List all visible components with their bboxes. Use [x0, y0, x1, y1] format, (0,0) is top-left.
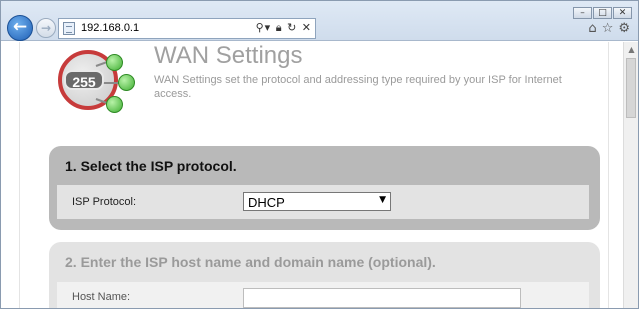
logo-node — [118, 74, 135, 91]
lock-icon[interactable]: 🔒︎ — [276, 21, 283, 35]
host-name-row: Host Name: — [57, 282, 589, 308]
settings-gear-icon[interactable]: ⚙ — [618, 21, 630, 36]
page-title: WAN Settings — [154, 42, 303, 69]
isp-protocol-select[interactable]: DHCP ▼ — [243, 192, 391, 211]
favorites-star-icon[interactable]: ☆ — [602, 21, 614, 36]
logo-node — [106, 96, 123, 113]
dropdown-arrow-icon[interactable]: ▾ — [265, 21, 272, 34]
maximize-button[interactable]: □ — [593, 7, 612, 19]
logo-node — [106, 54, 123, 71]
isp-protocol-label: ISP Protocol: — [72, 196, 136, 208]
browser-window: ← → 192.168.0.1 ⚲▾ 🔒︎ ↻ ✕ – □ ✕ ⌂ ☆ ⚙ 25… — [0, 0, 639, 309]
address-bar-icons: ⚲▾ 🔒︎ ↻ ✕ — [256, 21, 312, 35]
isp-protocol-value: DHCP — [248, 195, 285, 210]
page-content: 255 WAN Settings WAN Settings set the pr… — [19, 42, 609, 308]
search-icon[interactable]: ⚲ — [256, 21, 265, 34]
isp-protocol-row: ISP Protocol: DHCP ▼ — [57, 185, 589, 219]
window-controls: – □ ✕ — [572, 2, 632, 20]
minimize-button[interactable]: – — [573, 7, 592, 19]
address-bar[interactable]: 192.168.0.1 ⚲▾ 🔒︎ ↻ ✕ — [58, 18, 316, 39]
close-window-button[interactable]: ✕ — [613, 7, 632, 19]
section-heading: 2. Enter the ISP host name and domain na… — [65, 254, 436, 270]
close-icon[interactable]: ✕ — [302, 21, 312, 34]
scroll-thumb[interactable] — [626, 58, 636, 118]
logo-label: 255 — [64, 70, 104, 90]
page-viewport: 255 WAN Settings WAN Settings set the pr… — [1, 42, 623, 308]
address-text[interactable]: 192.168.0.1 — [81, 22, 139, 34]
dropdown-arrow-icon: ▼ — [379, 195, 386, 205]
vertical-scrollbar[interactable]: ▲ — [623, 42, 638, 308]
scroll-up-icon[interactable]: ▲ — [624, 42, 639, 57]
host-name-input[interactable] — [243, 288, 521, 308]
page-icon — [63, 22, 75, 35]
forward-arrow-icon[interactable]: → — [36, 18, 56, 38]
page-description: WAN Settings set the protocol and addres… — [154, 74, 562, 100]
refresh-icon[interactable]: ↻ — [287, 21, 297, 34]
host-domain-section: 2. Enter the ISP host name and domain na… — [49, 242, 600, 308]
isp-protocol-section: 1. Select the ISP protocol. ISP Protocol… — [49, 146, 600, 230]
home-icon[interactable]: ⌂ — [588, 21, 596, 36]
host-name-label: Host Name: — [72, 291, 131, 303]
browser-chrome: ← → 192.168.0.1 ⚲▾ 🔒︎ ↻ ✕ – □ ✕ ⌂ ☆ ⚙ — [1, 1, 638, 41]
section-heading: 1. Select the ISP protocol. — [65, 158, 237, 174]
wan-logo: 255 — [56, 50, 136, 114]
back-arrow-icon[interactable]: ← — [7, 15, 33, 41]
toolbar-icons: ⌂ ☆ ⚙ — [583, 21, 630, 36]
